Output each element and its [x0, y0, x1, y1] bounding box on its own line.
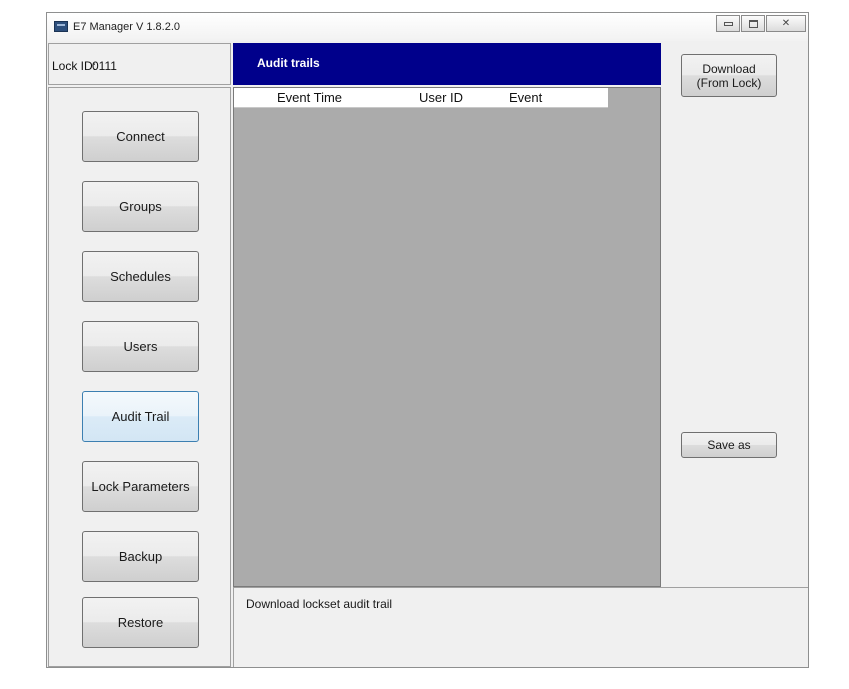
save-as-button[interactable]: Save as — [681, 432, 777, 458]
column-header-user-id[interactable]: User ID — [419, 90, 463, 105]
minimize-icon — [723, 21, 733, 26]
app-icon — [54, 21, 68, 32]
lock-id-label: Lock ID: — [52, 59, 97, 73]
lock-parameters-button[interactable]: Lock Parameters — [82, 461, 199, 512]
app-window: E7 Manager V 1.8.2.0 ✕ Lock ID: 0111 Con… — [46, 12, 809, 668]
users-button[interactable]: Users — [82, 321, 199, 372]
backup-button[interactable]: Backup — [82, 531, 199, 582]
audit-trail-button[interactable]: Audit Trail — [82, 391, 199, 442]
groups-button-label: Groups — [119, 199, 162, 214]
restore-button-label: Restore — [117, 615, 164, 630]
title-bar[interactable]: E7 Manager V 1.8.2.0 ✕ — [47, 13, 808, 41]
connect-button[interactable]: Connect — [82, 111, 199, 162]
audit-table[interactable]: Event Time User ID Event — [233, 87, 661, 587]
status-area: Download lockset audit trail — [233, 588, 808, 667]
schedules-button[interactable]: Schedules — [82, 251, 199, 302]
window-title: E7 Manager V 1.8.2.0 — [73, 21, 181, 33]
close-button[interactable]: ✕ — [766, 15, 806, 32]
lock-id-value: 0111 — [92, 59, 117, 73]
maximize-button[interactable] — [741, 15, 765, 32]
status-text: Download lockset audit trail — [246, 597, 393, 611]
close-icon: ✕ — [781, 18, 791, 29]
column-header-event-time[interactable]: Event Time — [277, 90, 342, 105]
download-button-line1: Download — [702, 62, 756, 76]
lock-id-box: Lock ID: 0111 — [48, 43, 231, 85]
minimize-button[interactable] — [716, 15, 740, 32]
groups-button[interactable]: Groups — [82, 181, 199, 232]
panel-title: Audit trails — [257, 56, 320, 70]
audit-trail-button-label: Audit Trail — [111, 409, 170, 424]
schedules-button-label: Schedules — [110, 269, 171, 284]
download-button-line2: (From Lock) — [696, 76, 762, 90]
users-button-label: Users — [123, 339, 158, 354]
lock-parameters-button-label: Lock Parameters — [91, 479, 190, 494]
column-header-event[interactable]: Event — [509, 90, 542, 105]
restore-button[interactable]: Restore — [82, 597, 199, 648]
maximize-icon — [748, 19, 758, 28]
nav-panel: Connect Groups Schedules Users Audit Tra… — [48, 87, 231, 667]
panel-header: Audit trails — [233, 43, 661, 85]
backup-button-label: Backup — [118, 549, 163, 564]
table-header: Event Time User ID Event — [234, 88, 608, 108]
window-controls: ✕ — [715, 15, 806, 32]
connect-button-label: Connect — [116, 129, 165, 144]
save-as-button-label: Save as — [707, 438, 751, 452]
download-from-lock-button[interactable]: Download (From Lock) — [681, 54, 777, 97]
